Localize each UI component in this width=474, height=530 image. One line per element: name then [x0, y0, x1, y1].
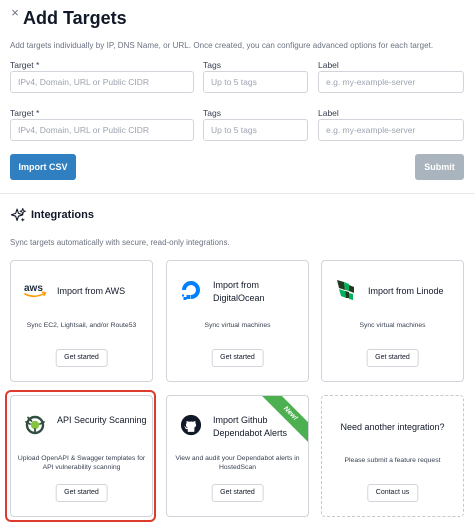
card-title: Import from DigitalOcean [213, 280, 265, 303]
label-label: Label [318, 60, 339, 70]
page-title: Add Targets [23, 8, 127, 28]
github-logo-icon [179, 413, 203, 437]
import-csv-button[interactable]: Import CSV [10, 154, 76, 180]
integrations-subtitle: Sync targets automatically with secure, … [10, 238, 230, 247]
sparkle-icon [10, 207, 27, 222]
contact-us-button[interactable]: Contact us [366, 484, 419, 502]
aws-logo-icon: aws [23, 278, 47, 302]
target-label: Target * [10, 108, 40, 118]
close-icon[interactable]: × [8, 6, 22, 20]
card-title: Import from AWS [57, 286, 126, 296]
get-started-button[interactable]: Get started [211, 349, 264, 367]
card-description: Sync virtual machines [204, 322, 271, 329]
integration-card-request: Need another integration? Please submit … [321, 395, 464, 517]
section-divider [0, 193, 474, 194]
card-title: Need another integration? [340, 422, 445, 432]
get-started-button[interactable]: Get started [55, 349, 108, 367]
tags-label: Tags [203, 60, 221, 70]
label-input[interactable]: e.g. my-example-server [318, 71, 464, 93]
get-started-button[interactable]: Get started [366, 349, 419, 367]
card-description: Please submit a feature request [344, 457, 441, 464]
target-input[interactable]: IPv4, Domain, URL or Public CIDR [10, 119, 194, 141]
card-description: Sync EC2, Lightsail, and/or Route53 [26, 322, 137, 329]
target-label: Target * [10, 60, 40, 70]
integration-card-digitalocean: Import from DigitalOcean Sync virtual ma… [166, 260, 309, 382]
label-label: Label [318, 108, 339, 118]
page-subtitle: Add targets individually by IP, DNS Name… [10, 41, 434, 50]
card-description: View and audit your Dependabot alerts in… [175, 455, 300, 471]
integrations-title: Integrations [31, 209, 94, 221]
get-started-button[interactable]: Get started [211, 484, 264, 502]
digitalocean-logo-icon [179, 278, 203, 302]
card-description: Sync virtual machines [359, 322, 426, 329]
tags-input[interactable]: Up to 5 tags [203, 71, 308, 93]
integration-card-github: Import Github Dependabot Alerts View and… [166, 395, 309, 517]
integration-card-linode: Import from Linode Sync virtual machines… [321, 260, 464, 382]
tags-label: Tags [203, 108, 221, 118]
submit-button[interactable]: Submit [415, 154, 464, 180]
target-input[interactable]: IPv4, Domain, URL or Public CIDR [10, 71, 194, 93]
highlight-box [5, 390, 156, 522]
label-input[interactable]: e.g. my-example-server [318, 119, 464, 141]
integration-card-aws: aws Import from AWS Sync EC2, Lightsail,… [10, 260, 153, 382]
card-title: Import from Linode [368, 286, 444, 296]
linode-logo-icon [334, 278, 358, 302]
tags-input[interactable]: Up to 5 tags [203, 119, 308, 141]
svg-text:aws: aws [24, 283, 43, 294]
